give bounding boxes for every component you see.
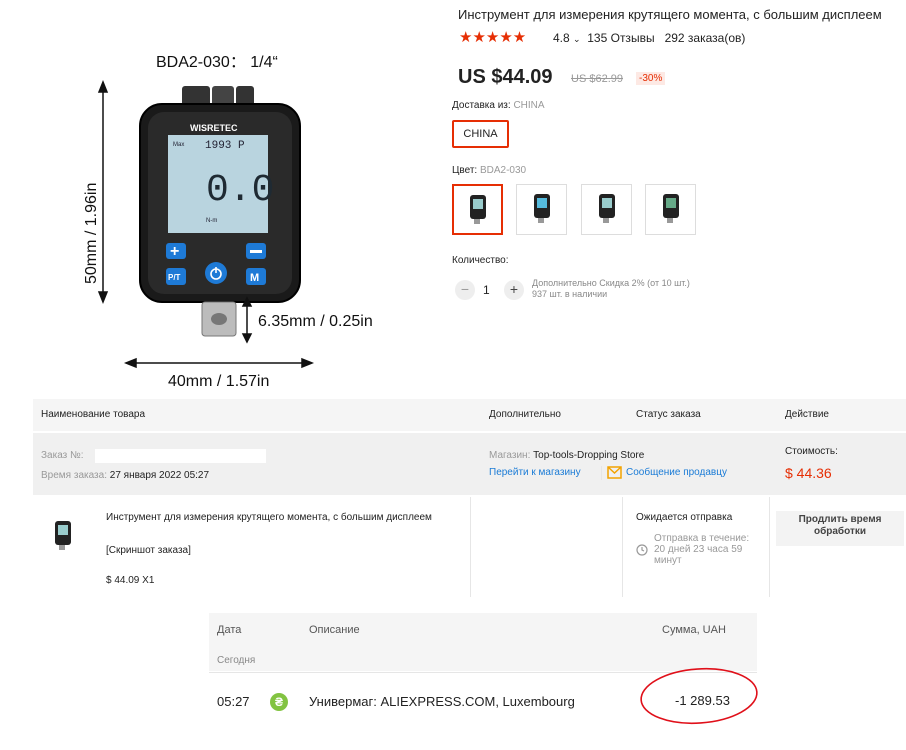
chevron-down-icon[interactable]: ⌄ xyxy=(573,34,581,44)
rating-value: 4.8 xyxy=(553,31,570,45)
product-title: Инструмент для измерения крутящего момен… xyxy=(458,7,882,22)
red-circle-annotation xyxy=(640,667,758,725)
store-info: Магазин: Top-tools-Dropping Store xyxy=(489,450,645,461)
order-screenshot-link[interactable]: [Скриншот заказа] xyxy=(106,545,191,556)
current-price: US $44.09 xyxy=(458,66,553,88)
order-info-band xyxy=(33,433,906,495)
col-product-name: Наименование товара xyxy=(41,409,146,420)
item-thumbnail[interactable] xyxy=(46,513,80,559)
order-table-header xyxy=(33,399,906,431)
bank-col-date: Дата xyxy=(217,624,242,636)
quantity-plus-button[interactable]: + xyxy=(504,280,524,300)
product-image: BDA2-030： 1/4“ 50mm / 1.96in WISRETEC Ma… xyxy=(83,54,373,390)
quantity-minus-button[interactable]: − xyxy=(455,280,475,300)
bank-col-amount: Сумма, UAH xyxy=(662,624,726,636)
ship-within: Отправка в течение: 20 дней 23 часа 59 м… xyxy=(654,533,750,566)
discount-badge: -30% xyxy=(636,72,666,85)
envelope-icon[interactable] xyxy=(607,466,622,479)
item-price-qty: $ 44.09 X1 xyxy=(106,575,155,586)
orders-count: 292 заказа(ов) xyxy=(664,31,746,45)
order-time: Время заказа: 27 января 2022 05:27 xyxy=(41,470,210,481)
transaction-description[interactable]: Универмаг: ALIEXPRESS.COM, Luxembourg xyxy=(309,694,575,709)
order-cost: $ 44.36 xyxy=(785,465,832,481)
svg-text:M: M xyxy=(250,272,259,284)
bank-group-today: Сегодня xyxy=(217,655,256,666)
color-option-4[interactable] xyxy=(645,184,696,235)
quantity-value[interactable]: 1 xyxy=(483,283,490,297)
col-additional: Дополнительно xyxy=(489,409,561,420)
quantity-info: Дополнительно Скидка 2% (от 10 шт.) 937 … xyxy=(532,278,690,299)
cost-label: Стоимость: xyxy=(785,446,838,457)
shipping-country-option[interactable]: CHINA xyxy=(452,120,509,148)
color-option-3[interactable] xyxy=(581,184,632,235)
order-number-label: Заказ №: xyxy=(41,450,84,461)
message-seller-link[interactable]: Сообщение продавцу xyxy=(626,467,727,478)
col-action: Действие xyxy=(785,409,829,420)
bank-table-header xyxy=(209,613,757,671)
shipping-from: Доставка из: CHINA xyxy=(452,100,545,111)
color-option-2[interactable] xyxy=(516,184,567,235)
order-status: Ожидается отправка xyxy=(636,512,733,523)
model-label: BDA2-030： 1/4“ xyxy=(156,54,278,71)
bank-col-description: Описание xyxy=(309,624,360,636)
svg-text:P/T: P/T xyxy=(168,273,181,282)
height-label: 50mm / 1.96in xyxy=(83,183,100,284)
order-number-redacted xyxy=(95,449,266,463)
svg-text:+: + xyxy=(170,243,179,260)
brand-label: WISRETEC xyxy=(190,123,238,133)
svg-text:Max: Max xyxy=(173,142,184,148)
link-divider xyxy=(601,466,602,480)
quantity-label: Количество: xyxy=(452,255,509,266)
height-arrow xyxy=(97,79,109,305)
extend-processing-time-button[interactable]: Продлить время обработки xyxy=(776,511,904,546)
item-title[interactable]: Инструмент для измерения крутящего момен… xyxy=(106,511,446,524)
color-option-1[interactable] xyxy=(452,184,503,235)
transaction-time: 05:27 xyxy=(217,694,250,709)
drive-label: 6.35mm / 0.25in xyxy=(258,313,373,330)
go-to-store-link[interactable]: Перейти к магазину xyxy=(489,467,581,478)
screen-reading: 0.0 xyxy=(206,169,274,212)
svg-text:1993 P: 1993 P xyxy=(205,140,245,152)
svg-text:N-m: N-m xyxy=(206,218,217,224)
color-selected: Цвет: BDA2-030 xyxy=(452,165,527,176)
col-order-status: Статус заказа xyxy=(636,409,701,420)
rating-stars-icon: ★★★★★ xyxy=(459,29,527,46)
old-price: US $62.99 xyxy=(571,73,623,85)
reviews-count[interactable]: 135 Отзывы xyxy=(587,31,654,45)
hryvnia-icon: ₴ xyxy=(270,693,288,711)
clock-icon xyxy=(636,544,648,556)
width-label: 40mm / 1.57in xyxy=(168,373,269,390)
rating-summary[interactable]: 4.8 ⌄ 135 Отзывы 292 заказа(ов) xyxy=(553,31,745,45)
